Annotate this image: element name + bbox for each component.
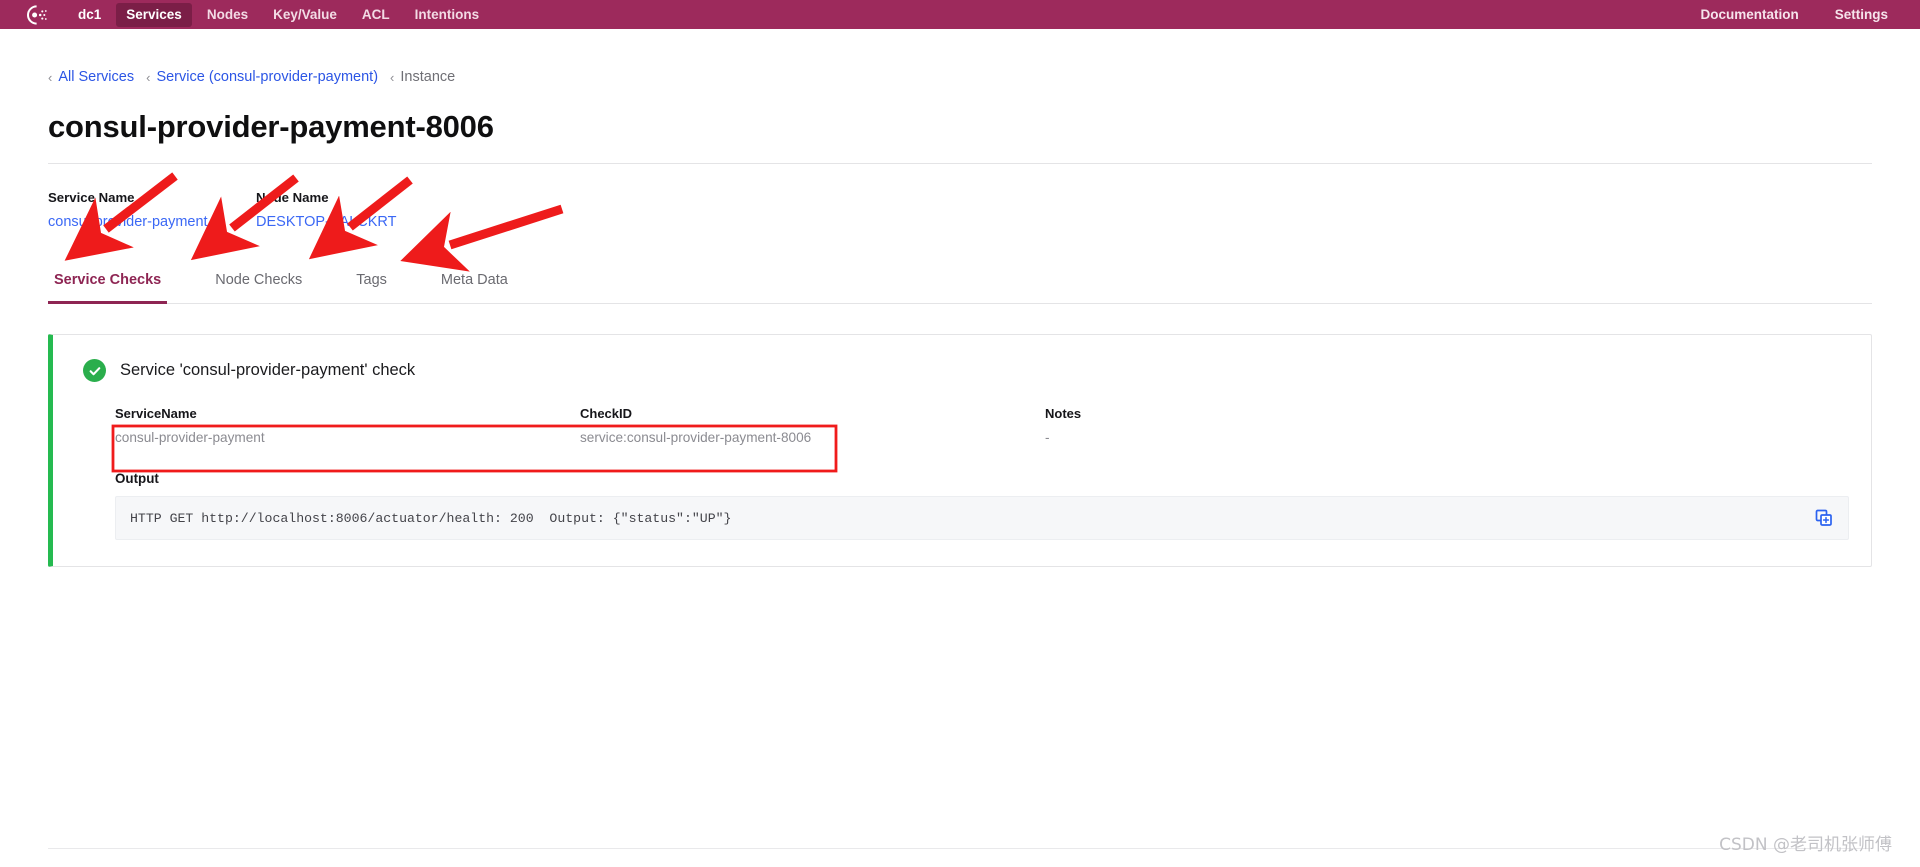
field-checkid-value: service:consul-provider-payment-8006	[580, 430, 812, 445]
navbar-datacenter[interactable]: dc1	[68, 3, 111, 27]
instance-tabs: Service Checks Node Checks Tags Meta Dat…	[48, 256, 1872, 304]
field-checkid-label: CheckID	[580, 406, 633, 421]
tab-meta-data[interactable]: Meta Data	[435, 272, 514, 304]
copy-icon[interactable]	[1814, 508, 1834, 528]
consul-logo-icon[interactable]	[20, 4, 54, 26]
node-name-block: Node Name DESKTOP-SALCKRT	[256, 190, 462, 230]
breadcrumb: ‹ All Services ‹ Service (consul-provide…	[48, 29, 1872, 85]
navbar-left-group: dc1 Services Nodes Key/Value ACL Intenti…	[20, 2, 494, 27]
navbar-item-services[interactable]: Services	[116, 2, 192, 27]
breadcrumb-all-services[interactable]: All Services	[58, 69, 134, 85]
navbar-item-documentation[interactable]: Documentation	[1690, 3, 1808, 27]
page-title: consul-provider-payment-8006	[48, 109, 494, 144]
field-notes: Notes -	[1045, 406, 1245, 445]
health-check-card: Service 'consul-provider-payment' check …	[48, 334, 1872, 567]
breadcrumb-service[interactable]: Service (consul-provider-payment)	[156, 69, 378, 85]
node-name-label: Node Name	[256, 190, 329, 205]
field-notes-label: Notes	[1045, 406, 1082, 421]
output-text: HTTP GET http://localhost:8006/actuator/…	[130, 510, 732, 526]
navbar-item-nodes[interactable]: Nodes	[197, 3, 258, 27]
breadcrumb-instance: Instance	[400, 69, 456, 85]
navbar-item-intentions[interactable]: Intentions	[405, 3, 490, 27]
health-check-title: Service 'consul-provider-payment' check	[120, 361, 416, 379]
chevron-left-icon: ‹	[146, 69, 151, 85]
field-notes-value: -	[1045, 430, 1050, 445]
service-name-block: Service Name consul-provider-payment	[48, 190, 254, 230]
top-navbar: dc1 Services Nodes Key/Value ACL Intenti…	[0, 0, 1920, 29]
tab-service-checks[interactable]: Service Checks	[48, 272, 168, 304]
navbar-item-settings[interactable]: Settings	[1825, 3, 1898, 27]
node-name-link[interactable]: DESKTOP-SALCKRT	[256, 214, 462, 230]
field-servicename: ServiceName consul-provider-payment	[115, 406, 580, 445]
field-servicename-label: ServiceName	[115, 406, 197, 421]
instance-meta-row: Service Name consul-provider-payment Nod…	[48, 164, 1872, 256]
service-name-label: Service Name	[48, 190, 135, 205]
chevron-left-icon: ‹	[48, 69, 53, 85]
navbar-item-key-value[interactable]: Key/Value	[263, 3, 347, 27]
watermark: CSDN @老司机张师傅	[1719, 835, 1892, 855]
navbar-right-group: Documentation Settings	[1674, 3, 1898, 27]
field-servicename-value: consul-provider-payment	[115, 430, 265, 445]
navbar-item-acl[interactable]: ACL	[352, 3, 400, 27]
health-check-fields: ServiceName consul-provider-payment Chec…	[75, 384, 1849, 445]
field-checkid: CheckID service:consul-provider-payment-…	[580, 406, 1045, 445]
footer-divider	[48, 848, 1872, 849]
health-check-header: Service 'consul-provider-payment' check	[75, 353, 1849, 384]
page-content: ‹ All Services ‹ Service (consul-provide…	[0, 29, 1920, 567]
output-box: HTTP GET http://localhost:8006/actuator/…	[115, 496, 1849, 540]
tab-node-checks[interactable]: Node Checks	[209, 272, 308, 304]
service-name-link[interactable]: consul-provider-payment	[48, 214, 254, 230]
check-circle-icon	[83, 359, 106, 382]
chevron-left-icon: ‹	[390, 69, 395, 85]
output-label: Output	[115, 471, 159, 486]
tab-tags[interactable]: Tags	[350, 272, 393, 304]
health-check-output-block: Output HTTP GET http://localhost:8006/ac…	[75, 445, 1849, 540]
